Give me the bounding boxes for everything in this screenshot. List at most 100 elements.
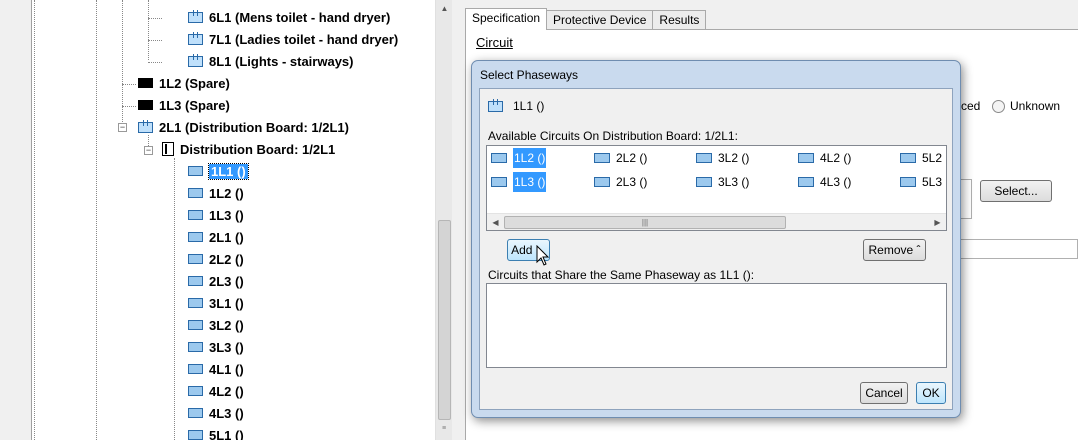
tree-item[interactable]: 7L1 (Ladies toilet - hand dryer) (188, 30, 398, 48)
spare-circuit-icon (138, 78, 153, 88)
circuit-icon (188, 298, 203, 308)
circuit-icon (188, 320, 203, 330)
tree-item[interactable]: 8L1 (Lights - stairways) (188, 52, 353, 70)
circuit-icon (188, 232, 203, 242)
circuit-icon (188, 342, 203, 352)
circuit-tree[interactable]: − − 6L1 (Mens toilet - hand dryer) 7L1 (… (31, 0, 452, 440)
tab-strip: Specification Protective Device Results (465, 8, 707, 30)
circuit-icon (138, 119, 153, 133)
circuit-icon (188, 364, 203, 374)
circuit-icon (488, 98, 503, 112)
tree-line (122, 0, 123, 128)
tree-item[interactable]: 2L3 () (188, 272, 244, 290)
tree-item[interactable]: 1L3 (Spare) (138, 96, 230, 114)
circuit-icon (188, 166, 203, 176)
horizontal-scrollbar[interactable]: ◀ ||| ▶ (487, 213, 946, 230)
scroll-thumb[interactable]: ||| (504, 216, 786, 229)
list-item[interactable]: 4L2 () (798, 151, 851, 165)
mouse-pointer-icon (536, 245, 550, 266)
tree-item[interactable]: 2L1 (Distribution Board: 1/2L1) (138, 118, 349, 136)
scroll-left-arrow-icon[interactable]: ◀ (487, 214, 504, 230)
list-item[interactable]: 3L2 () (696, 151, 749, 165)
shared-circuits-label: Circuits that Share the Same Phaseway as… (488, 268, 755, 282)
list-item[interactable]: 5L3 () (900, 175, 946, 189)
list-item[interactable]: 3L3 () (696, 175, 749, 189)
tree-item[interactable]: 6L1 (Mens toilet - hand dryer) (188, 8, 390, 26)
list-item-selected[interactable]: 1L2 () (491, 148, 547, 168)
circuit-icon (900, 153, 916, 163)
tree-line (122, 84, 136, 85)
scroll-right-arrow-icon[interactable]: ▶ (929, 214, 946, 230)
collapse-expander[interactable]: − (118, 123, 127, 132)
circuit-icon (188, 276, 203, 286)
radio-button-icon[interactable] (992, 99, 1005, 113)
circuit-icon (696, 153, 712, 163)
list-item-selected[interactable]: 1L3 () (491, 172, 547, 192)
tree-line (34, 0, 35, 440)
left-margin (0, 0, 31, 440)
tree-vertical-scrollbar[interactable]: ▲ ≡ (435, 0, 452, 440)
circuit-icon (188, 210, 203, 220)
ok-button[interactable]: OK (916, 382, 946, 404)
tree-line (96, 0, 97, 440)
dialog-title: Select Phaseways (480, 68, 579, 82)
circuit-icon (188, 53, 203, 67)
background-field[interactable] (960, 179, 972, 219)
circuit-icon (798, 177, 814, 187)
tree-line (148, 18, 162, 19)
remove-button[interactable]: Remove ˆ (863, 239, 926, 261)
spare-circuit-icon (138, 100, 153, 110)
circuit-icon (188, 9, 203, 23)
tree-item[interactable]: 2L1 () (188, 228, 244, 246)
circuit-icon (188, 408, 203, 418)
circuit-icon (188, 254, 203, 264)
circuit-icon (188, 386, 203, 396)
tree-item[interactable]: 3L2 () (188, 316, 244, 334)
circuit-icon (188, 31, 203, 45)
tree-item[interactable]: 1L2 (Spare) (138, 74, 230, 92)
radio-partial[interactable]: ced (961, 99, 980, 113)
list-item[interactable]: 2L3 () (594, 175, 647, 189)
tree-line (148, 0, 149, 60)
tree-line (148, 40, 162, 41)
list-item[interactable]: 5L2 () (900, 151, 946, 165)
distribution-board-icon (162, 142, 174, 156)
tree-item[interactable]: 3L1 () (188, 294, 244, 312)
select-button[interactable]: Select... (980, 180, 1052, 202)
list-item[interactable]: 4L3 () (798, 175, 851, 189)
tree-item[interactable]: 3L3 () (188, 338, 244, 356)
cancel-button[interactable]: Cancel (860, 382, 908, 404)
tree-item[interactable]: 2L2 () (188, 250, 244, 268)
tree-item[interactable]: Distribution Board: 1/2L1 (162, 140, 335, 158)
background-field[interactable] (960, 239, 1078, 259)
circuit-icon (594, 153, 610, 163)
scroll-up-arrow-icon[interactable]: ▲ (436, 0, 453, 17)
shared-circuits-list[interactable] (486, 283, 947, 368)
tree-line (122, 106, 136, 107)
tree-line (174, 158, 175, 440)
current-circuit: 1L1 () (488, 98, 544, 113)
scroll-thumb[interactable] (438, 220, 451, 420)
tree-item[interactable]: 4L1 () (188, 360, 244, 378)
circuit-icon (798, 153, 814, 163)
circuit-icon (696, 177, 712, 187)
tree-item[interactable]: 4L3 () (188, 404, 244, 422)
tree-item-selected[interactable]: 1L1 () (188, 162, 249, 180)
tree-item[interactable]: 1L2 () (188, 184, 244, 202)
tree-item[interactable]: 5L1 () (188, 426, 244, 440)
tab-specification[interactable]: Specification (465, 8, 548, 30)
circuit-icon (900, 177, 916, 187)
list-item[interactable]: 2L2 () (594, 151, 647, 165)
tree-item[interactable]: 1L3 () (188, 206, 244, 224)
circuit-icon (188, 188, 203, 198)
circuit-icon (188, 430, 203, 440)
tab-protective-device[interactable]: Protective Device (546, 10, 654, 30)
dialog-body: 1L1 () Available Circuits On Distributio… (479, 88, 953, 410)
circuit-heading[interactable]: Circuit (476, 35, 513, 50)
tab-results[interactable]: Results (652, 10, 707, 30)
available-circuits-list[interactable]: 1L2 () 2L2 () 3L2 () 4L2 () 5L2 () 1L3 (… (486, 145, 947, 231)
radio-unknown[interactable]: Unknown (992, 99, 1060, 113)
scroll-grip-icon: ≡ (441, 425, 447, 432)
tree-item[interactable]: 4L2 () (188, 382, 244, 400)
collapse-expander[interactable]: − (144, 146, 153, 155)
